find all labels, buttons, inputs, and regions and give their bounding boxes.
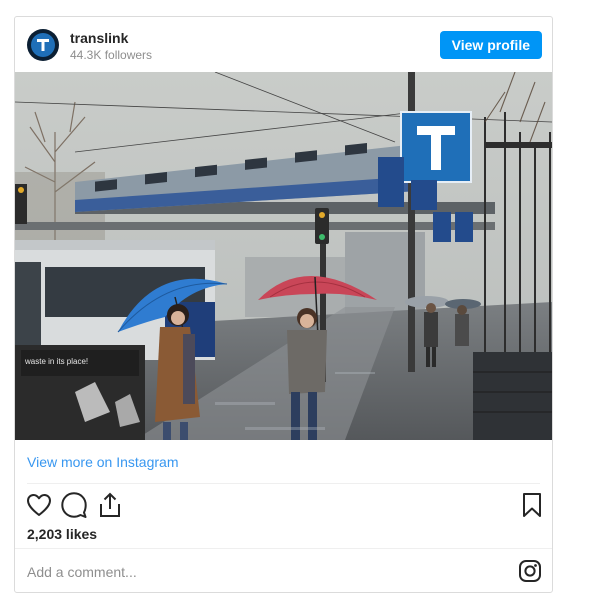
divider [15, 548, 552, 549]
instagram-icon[interactable] [518, 559, 542, 583]
divider [27, 483, 540, 484]
follower-count: 44.3K followers [70, 48, 153, 62]
avatar[interactable] [27, 29, 59, 61]
bookmark-icon[interactable] [518, 491, 546, 519]
share-icon[interactable] [96, 491, 124, 519]
translink-logo-icon [31, 33, 55, 57]
instagram-embed-card: translink 44.3K followers View profile w… [14, 16, 553, 593]
action-bar [15, 491, 552, 523]
comment-icon[interactable] [60, 491, 88, 519]
comment-input[interactable]: Add a comment... [27, 564, 137, 580]
heart-icon[interactable] [25, 491, 53, 519]
view-profile-button[interactable]: View profile [439, 31, 542, 59]
like-count[interactable]: 2,203 likes [27, 526, 97, 542]
username[interactable]: translink [70, 30, 128, 46]
view-more-link[interactable]: View more on Instagram [27, 454, 178, 470]
post-photo[interactable]: waste in its place! drive [15, 72, 552, 440]
post-header: translink 44.3K followers View profile [15, 17, 552, 73]
trash-sign-text: waste in its place! [24, 357, 88, 366]
